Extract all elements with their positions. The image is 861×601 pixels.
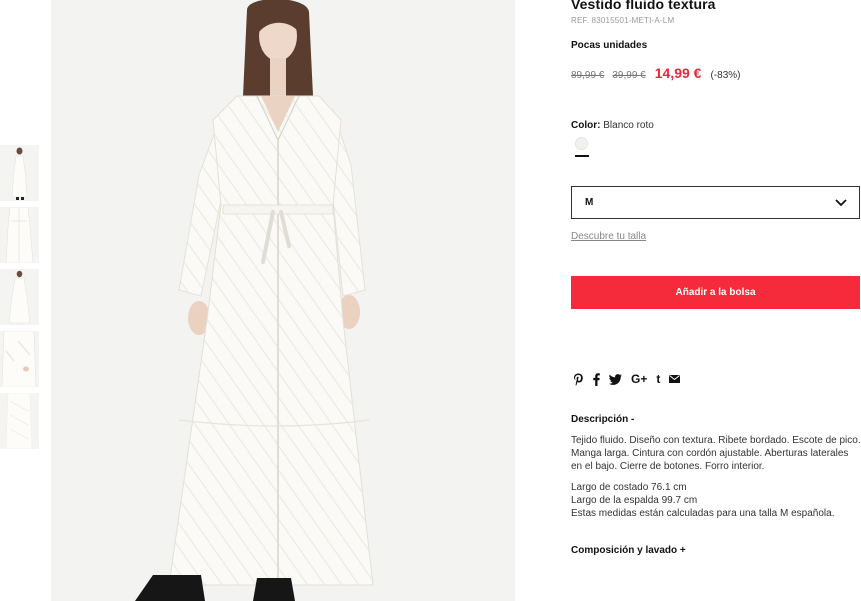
price-previous: 39,99 € <box>612 70 646 81</box>
size-selected-value: M <box>585 197 594 208</box>
size-select[interactable]: M <box>571 186 860 219</box>
measure-side-length: Largo de costado 76.1 cm <box>571 482 687 493</box>
price-row: 89,99 € 39,99 € 14,99 € (-83%) <box>571 65 740 81</box>
color-label: Color: <box>571 120 601 131</box>
pinterest-icon[interactable] <box>573 372 584 386</box>
color-value: Blanco roto <box>603 120 654 131</box>
price-current: 14,99 € <box>654 65 702 81</box>
swatch-selected-indicator <box>575 155 589 157</box>
product-main-image[interactable] <box>51 0 515 601</box>
discount-badge: (-83%) <box>710 70 741 81</box>
thumbnail-list <box>0 145 40 455</box>
facebook-icon[interactable] <box>593 372 600 386</box>
product-reference: REF. 83015501-METI-A-LM <box>571 16 675 25</box>
measure-back-length: Largo de la espalda 99.7 cm <box>571 495 698 506</box>
twitter-icon[interactable] <box>609 372 622 386</box>
thumbnail-1[interactable] <box>0 145 39 201</box>
size-guide-link[interactable]: Descubre tu talla <box>571 231 646 242</box>
google-plus-icon[interactable]: G+ <box>631 372 647 386</box>
stock-status: Pocas unidades <box>571 40 648 51</box>
measure-note: Estas medidas están calculadas para una … <box>571 508 835 519</box>
description-heading[interactable]: Descripción - <box>571 414 634 425</box>
measures-list: Largo de costado 76.1 cm Largo de la esp… <box>571 481 835 520</box>
color-swatch[interactable] <box>575 137 588 150</box>
chevron-down-icon <box>835 194 847 212</box>
product-title: Vestido fluido textura <box>571 0 716 12</box>
thumbnail-3[interactable] <box>0 269 39 325</box>
price-original: 89,99 € <box>571 70 605 81</box>
description-text: Tejido fluido. Diseño con textura. Ribet… <box>571 435 861 472</box>
composition-heading[interactable]: Composición y lavado + <box>571 545 686 556</box>
share-bar: G+ t <box>573 372 689 386</box>
email-icon[interactable] <box>669 372 681 386</box>
color-label-row: Color: Blanco roto <box>571 120 654 131</box>
add-to-bag-button[interactable]: Añadir a la bolsa <box>571 276 860 309</box>
thumbnail-5[interactable] <box>0 393 39 449</box>
thumbnail-2[interactable] <box>0 207 39 263</box>
thumbnail-4[interactable] <box>0 331 39 387</box>
tumblr-icon[interactable]: t <box>656 372 660 386</box>
